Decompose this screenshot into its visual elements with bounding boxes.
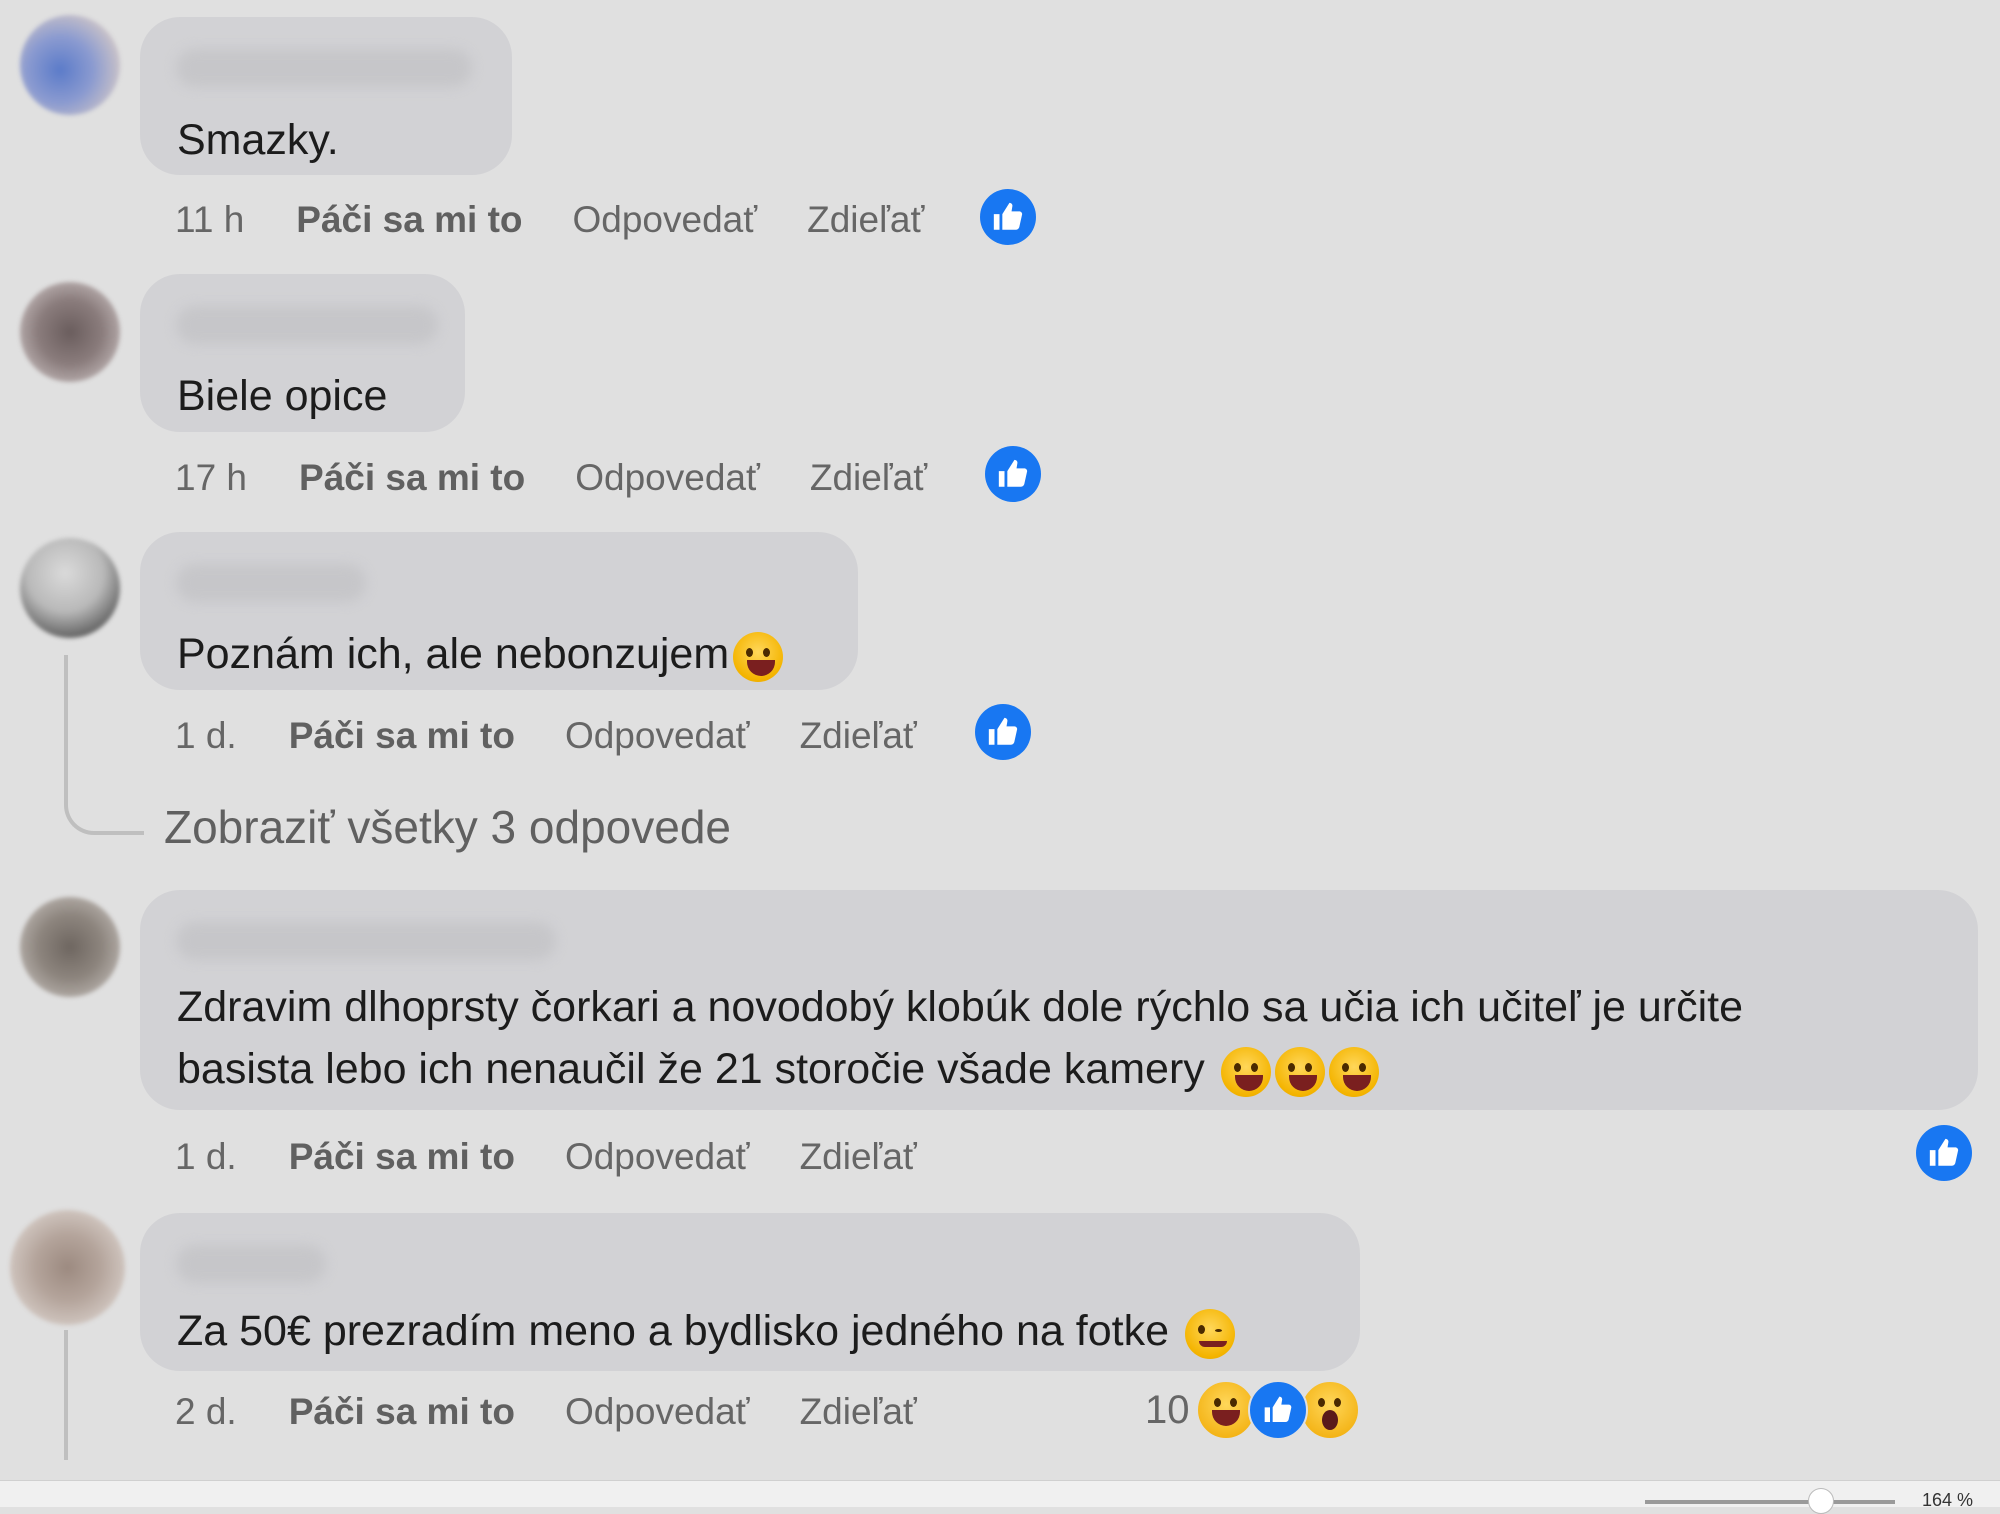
avatar[interactable] bbox=[20, 538, 120, 638]
share-button[interactable]: Zdieľať bbox=[810, 457, 927, 499]
comment-actions: 1 d. Páči sa mi to Odpovedať Zdieľať bbox=[175, 1132, 917, 1182]
like-reaction-icon[interactable] bbox=[975, 704, 1031, 760]
share-button[interactable]: Zdieľať bbox=[800, 715, 917, 757]
comment-actions: 11 h Páči sa mi to Odpovedať Zdieľať bbox=[175, 195, 924, 245]
thread-line bbox=[64, 655, 68, 785]
zoom-slider-handle[interactable] bbox=[1808, 1488, 1834, 1514]
share-button[interactable]: Zdieľať bbox=[800, 1391, 917, 1433]
thumbs-up-icon bbox=[988, 717, 1018, 745]
comment-text: Za 50€ prezradím meno a bydlisko jedného… bbox=[177, 1299, 1235, 1363]
like-reaction-icon bbox=[1247, 1380, 1308, 1440]
thumbs-up-icon bbox=[998, 459, 1028, 487]
comment-text-content: Za 50€ prezradím meno a bydlisko jedného… bbox=[177, 1307, 1169, 1355]
like-button[interactable]: Páči sa mi to bbox=[299, 457, 525, 499]
comment-text: Poznám ich, ale nebonzujem bbox=[177, 622, 784, 686]
timestamp[interactable]: 2 d. bbox=[175, 1391, 237, 1433]
thread-connector bbox=[64, 785, 144, 835]
reply-button[interactable]: Odpovedať bbox=[573, 199, 758, 241]
author-name-blurred[interactable] bbox=[176, 49, 472, 87]
reply-button[interactable]: Odpovedať bbox=[565, 1136, 750, 1178]
laughing-emoji-icon bbox=[733, 631, 784, 682]
winking-emoji-icon bbox=[1184, 1308, 1235, 1359]
comment-text-line-1: Zdravim dlhoprsty čorkari a novodobý klo… bbox=[177, 983, 1744, 1031]
author-name-blurred[interactable] bbox=[176, 1245, 326, 1283]
zoom-slider[interactable] bbox=[1645, 1500, 1895, 1504]
timestamp[interactable]: 17 h bbox=[175, 457, 247, 499]
wow-reaction-icon bbox=[1299, 1380, 1360, 1440]
comment-text-content: Poznám ich, ale nebonzujem bbox=[177, 630, 730, 678]
thumbs-up-icon bbox=[1264, 1396, 1291, 1422]
like-button[interactable]: Páči sa mi to bbox=[296, 199, 522, 241]
thread-line bbox=[64, 1330, 68, 1460]
zoom-level: 164 % bbox=[1922, 1490, 1974, 1510]
thumbs-up-icon bbox=[1929, 1138, 1959, 1166]
haha-reaction-icon bbox=[1195, 1380, 1256, 1440]
view-all-replies-link[interactable]: Zobraziť všetky 3 odpovede bbox=[164, 800, 731, 854]
rofl-emoji-icon bbox=[1274, 1046, 1325, 1097]
reply-button[interactable]: Odpovedať bbox=[565, 1391, 750, 1433]
share-button[interactable]: Zdieľať bbox=[800, 1136, 917, 1178]
reply-button[interactable]: Odpovedať bbox=[575, 457, 760, 499]
comment-actions: 1 d. Páči sa mi to Odpovedať Zdieľať bbox=[175, 711, 917, 761]
timestamp[interactable]: 1 d. bbox=[175, 715, 237, 757]
avatar[interactable] bbox=[20, 282, 120, 382]
author-name-blurred[interactable] bbox=[176, 564, 366, 602]
comment-text-content: basista lebo ich nenaučil že 21 storočie… bbox=[177, 1045, 1205, 1093]
timestamp[interactable]: 1 d. bbox=[175, 1136, 237, 1178]
comment-bubble: Zdravim dlhoprsty čorkari a novodobý klo… bbox=[140, 890, 1978, 1110]
comment-bubble: Biele opice bbox=[140, 274, 465, 432]
like-button[interactable]: Páči sa mi to bbox=[289, 1391, 515, 1433]
share-button[interactable]: Zdieľať bbox=[807, 199, 924, 241]
avatar[interactable] bbox=[20, 897, 120, 997]
like-reaction-icon[interactable] bbox=[1916, 1125, 1972, 1181]
reaction-summary[interactable]: 10 bbox=[1145, 1380, 1360, 1440]
thumbs-up-icon bbox=[993, 202, 1023, 230]
like-reaction-icon[interactable] bbox=[980, 189, 1036, 245]
comment-text-line-2: basista lebo ich nenaučil že 21 storočie… bbox=[177, 1037, 1379, 1101]
comment-bubble: Smazky. bbox=[140, 17, 512, 175]
reaction-count: 10 bbox=[1145, 1387, 1190, 1432]
comment-text: Smazky. bbox=[177, 116, 339, 164]
comment-bubble: Poznám ich, ale nebonzujem bbox=[140, 532, 858, 690]
comment-bubble: Za 50€ prezradím meno a bydlisko jedného… bbox=[140, 1213, 1360, 1371]
like-reaction-icon[interactable] bbox=[985, 446, 1041, 502]
author-name-blurred[interactable] bbox=[176, 922, 556, 960]
like-button[interactable]: Páči sa mi to bbox=[289, 715, 515, 757]
avatar[interactable] bbox=[10, 1210, 125, 1325]
reply-button[interactable]: Odpovedať bbox=[565, 715, 750, 757]
like-button[interactable]: Páči sa mi to bbox=[289, 1136, 515, 1178]
avatar[interactable] bbox=[20, 15, 120, 115]
comment-actions: 2 d. Páči sa mi to Odpovedať Zdieľať bbox=[175, 1387, 917, 1437]
comment-text: Biele opice bbox=[177, 372, 388, 420]
rofl-emoji-icon bbox=[1328, 1046, 1379, 1097]
author-name-blurred[interactable] bbox=[176, 306, 438, 344]
comment-actions: 17 h Páči sa mi to Odpovedať Zdieľať bbox=[175, 453, 927, 503]
rofl-emoji-icon bbox=[1220, 1046, 1271, 1097]
timestamp[interactable]: 11 h bbox=[175, 199, 244, 241]
